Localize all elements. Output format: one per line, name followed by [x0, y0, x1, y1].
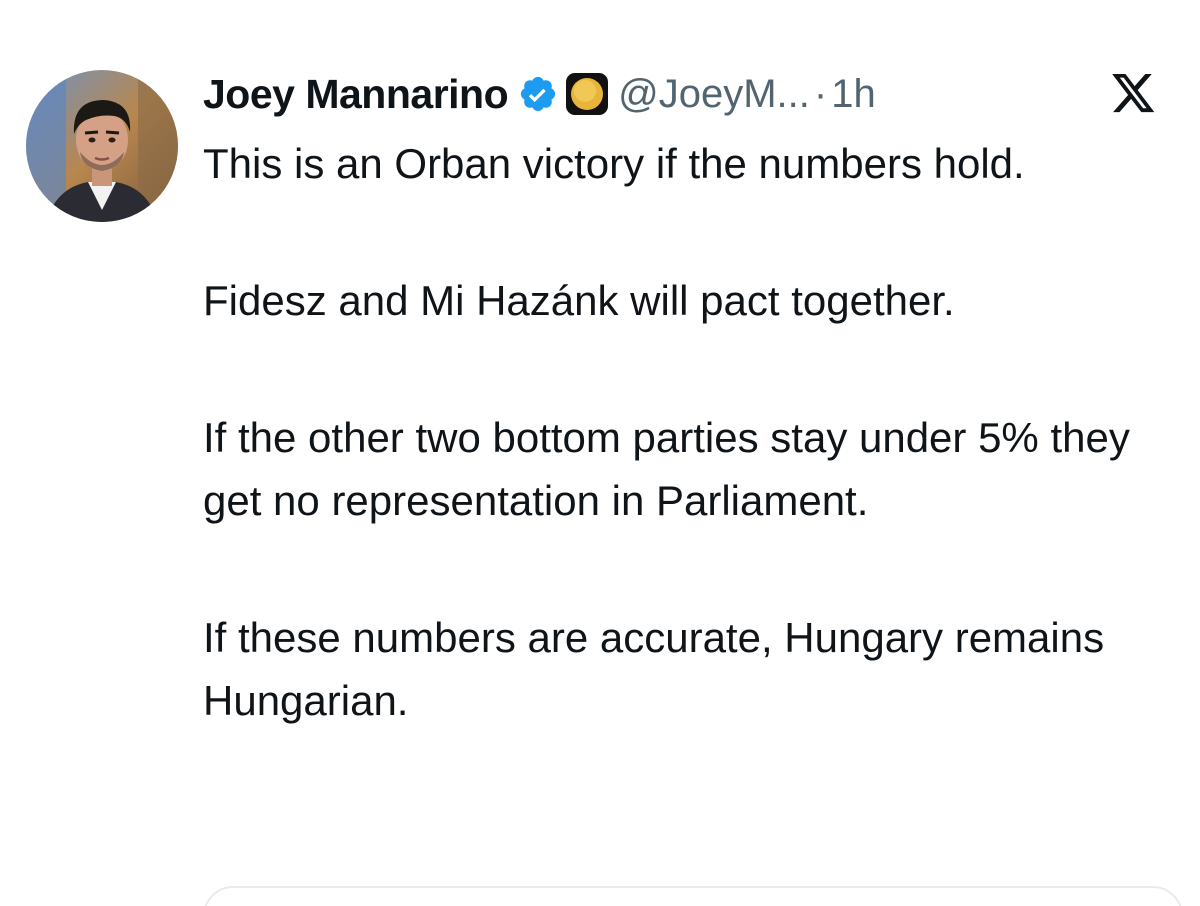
avatar[interactable]	[26, 70, 178, 222]
embedded-card[interactable]	[203, 886, 1183, 906]
separator-dot: ·	[813, 71, 828, 116]
verified-checkmark-icon	[518, 74, 558, 114]
avatar-photo	[26, 70, 178, 222]
tweet-paragraph: If the other two bottom parties stay und…	[203, 414, 1130, 524]
tweet-text: This is an Orban victory if the numbers …	[203, 132, 1183, 732]
author-handle[interactable]: @JoeyM...	[618, 72, 810, 117]
tweet-timestamp[interactable]: 1h	[831, 72, 876, 117]
tweet-paragraph: Fidesz and Mi Hazánk will pact together.	[203, 277, 955, 324]
tweet-header: Joey Mannarino @JoeyM... · 1h	[203, 62, 876, 126]
tweet-paragraph: This is an Orban victory if the numbers …	[203, 140, 1025, 187]
author-name[interactable]: Joey Mannarino	[203, 71, 509, 118]
x-logo-icon[interactable]	[1112, 74, 1156, 114]
tweet-paragraph: If these numbers are accurate, Hungary r…	[203, 614, 1105, 724]
coin-emoji-icon	[564, 71, 610, 117]
